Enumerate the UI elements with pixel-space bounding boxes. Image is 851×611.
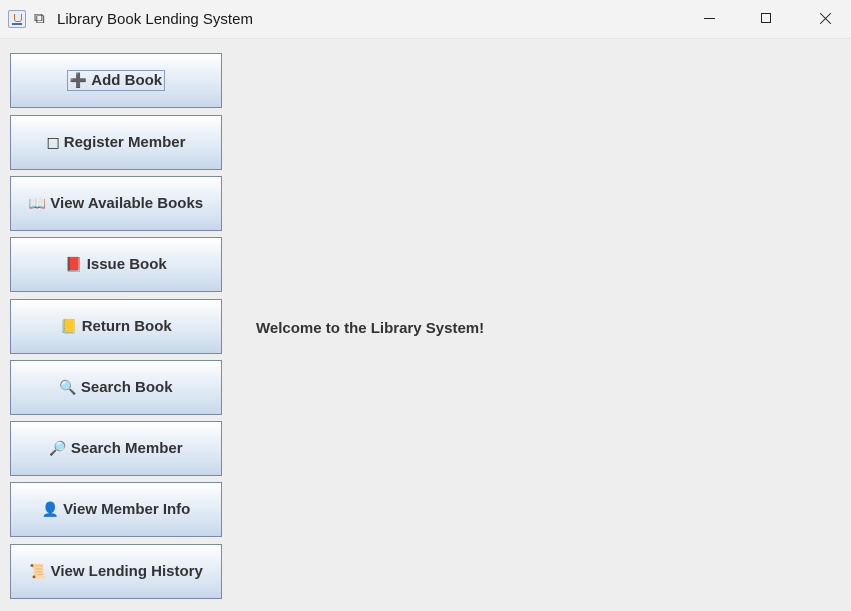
return-book-button[interactable]: 📒 Return Book [10,299,222,354]
return-book-label: Return Book [81,318,172,335]
maximize-button[interactable] [738,0,796,38]
search-book-label: Search Book [80,379,173,396]
issue-book-button[interactable]: 📕 Issue Book [10,237,222,292]
search-book-button[interactable]: 🔍 Search Book [10,360,222,415]
view-lending-history-button[interactable]: 📜 View Lending History [10,544,222,599]
add-book-button[interactable]: ➕ Add Book [10,53,222,108]
title-bar: ⧉ Library Book Lending System [0,0,851,39]
open-book-icon: 📖 [28,195,47,212]
register-member-label: Register Member [63,134,186,151]
search-member-button[interactable]: 🔎 Search Member [10,421,222,476]
search-member-label: Search Member [70,440,183,457]
magnifier-right-icon: 🔎 [49,440,67,457]
view-member-info-label: View Member Info [63,501,191,518]
view-lending-history-label: View Lending History [50,563,203,580]
register-member-button[interactable]: □ Register Member [10,115,222,170]
view-available-books-label: View Available Books [50,195,204,212]
person-icon: 👤 [41,501,60,518]
add-book-label: Add Book [91,72,163,89]
close-button[interactable] [796,0,851,38]
issue-book-label: Issue Book [86,256,167,273]
scroll-icon: 📜 [29,563,47,580]
minimize-button[interactable] [680,0,738,38]
ledger-icon: 📒 [60,318,78,335]
focus-outline: ➕ Add Book [66,70,166,91]
welcome-message: Welcome to the Library System! [256,320,485,337]
plus-icon: ➕ [69,72,88,89]
magnifier-icon: 🔍 [59,379,77,396]
view-member-info-button[interactable]: 👤 View Member Info [10,482,222,537]
member-icon: □ [46,134,60,151]
books-icon: ⧉ [34,9,45,27]
window-title: Library Book Lending System [57,11,253,28]
java-app-icon [8,10,26,28]
closed-book-icon: 📕 [65,256,83,273]
view-available-books-button[interactable]: 📖 View Available Books [10,176,222,231]
